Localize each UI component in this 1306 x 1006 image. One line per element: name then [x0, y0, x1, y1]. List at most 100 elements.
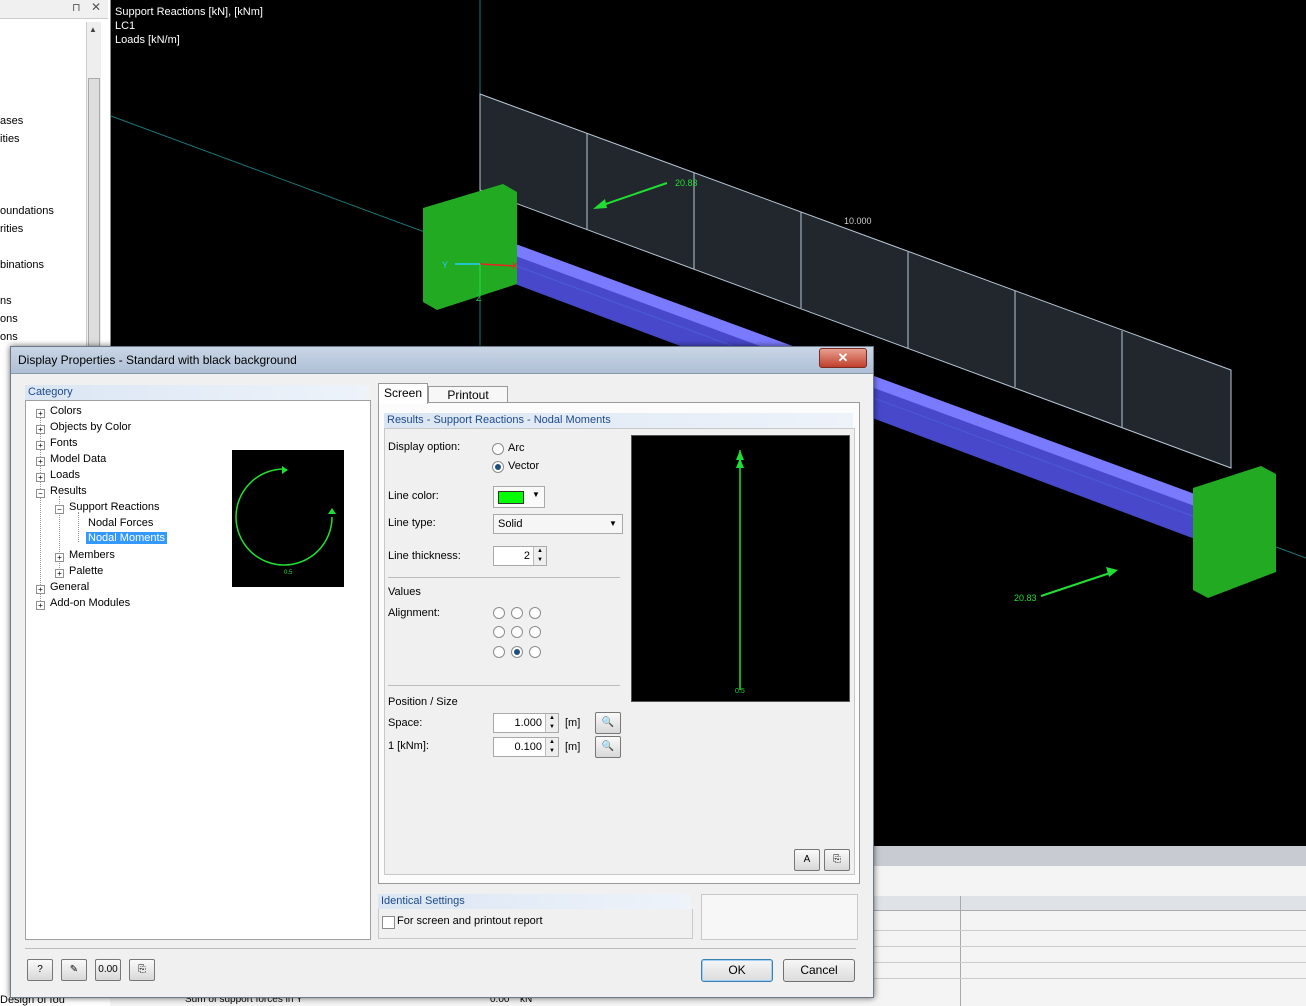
- navigator-item[interactable]: ons: [0, 313, 18, 325]
- preview-value-label: 0.5: [284, 570, 293, 576]
- moment-value-label: 20.83: [675, 178, 698, 188]
- expand-icon[interactable]: +: [36, 601, 45, 610]
- load-settings-icon[interactable]: ⎘: [129, 959, 155, 981]
- preview-thumbnail: 0.5: [232, 450, 344, 587]
- tree-item-fonts[interactable]: Fonts: [50, 437, 78, 449]
- expand-icon[interactable]: +: [36, 425, 45, 434]
- copy-settings-icon[interactable]: ⎘: [824, 849, 850, 871]
- scale-label: 1 [kNm]:: [388, 740, 429, 752]
- radio-arc-label[interactable]: Arc: [508, 442, 525, 454]
- space-stepper[interactable]: 1.000 ▲ ▼: [493, 713, 559, 733]
- navigator-item[interactable]: ities: [0, 133, 20, 145]
- spin-up-icon[interactable]: ▲: [533, 547, 546, 556]
- alignment-top-left[interactable]: [493, 607, 505, 619]
- tree-item-results[interactable]: Results: [50, 485, 87, 497]
- line-type-value: Solid: [498, 518, 523, 530]
- alignment-bottom-right[interactable]: [529, 646, 541, 658]
- navigator-scroll-thumb[interactable]: [88, 78, 100, 350]
- table-header: [870, 896, 1306, 911]
- axis-z-label: Z: [476, 293, 482, 303]
- navigator-item[interactable]: oundations: [0, 205, 54, 217]
- font-icon[interactable]: A: [794, 849, 820, 871]
- spin-down-icon[interactable]: ▼: [533, 556, 546, 565]
- color-swatch: [498, 491, 524, 504]
- tree-item-members[interactable]: Members: [69, 549, 115, 561]
- radio-arc[interactable]: [492, 443, 504, 455]
- ok-button[interactable]: OK: [701, 959, 773, 982]
- results-table[interactable]: [870, 846, 1306, 1006]
- edit-icon[interactable]: ✎: [61, 959, 87, 981]
- moment-value-label: 20.83: [1014, 593, 1037, 603]
- alignment-label: Alignment:: [388, 607, 440, 619]
- pin-icon[interactable]: ⊓: [72, 1, 81, 14]
- scroll-up-icon[interactable]: ▲: [89, 25, 97, 34]
- expand-icon[interactable]: +: [36, 473, 45, 482]
- tree-item-support-reactions[interactable]: Support Reactions: [69, 501, 160, 513]
- identical-settings-label[interactable]: For screen and printout report: [397, 915, 543, 927]
- preview-value-label: 0.5: [735, 688, 745, 695]
- alignment-top-right[interactable]: [529, 607, 541, 619]
- navigator-item[interactable]: ns: [0, 295, 12, 307]
- spin-up-icon[interactable]: ▲: [545, 714, 558, 723]
- line-type-label: Line type:: [388, 517, 436, 529]
- position-size-label: Position / Size: [388, 696, 458, 708]
- spin-down-icon[interactable]: ▼: [545, 723, 558, 732]
- identical-settings-checkbox[interactable]: [382, 916, 395, 929]
- magnifier-icon[interactable]: 🔍: [595, 736, 621, 758]
- values-label: Values: [388, 586, 421, 598]
- section-header: Results - Support Reactions - Nodal Mome…: [384, 413, 853, 428]
- tree-item-nodal-forces[interactable]: Nodal Forces: [88, 517, 153, 529]
- collapse-icon[interactable]: −: [36, 489, 45, 498]
- alignment-middle-left[interactable]: [493, 626, 505, 638]
- close-button[interactable]: ✕: [819, 348, 867, 368]
- navigator-header: ⊓ ✕: [0, 0, 108, 19]
- navigator-item[interactable]: ases: [0, 115, 23, 127]
- alignment-middle-center[interactable]: [511, 626, 523, 638]
- line-color-picker[interactable]: ▼: [493, 486, 545, 508]
- alignment-bottom-left[interactable]: [493, 646, 505, 658]
- spin-up-icon[interactable]: ▲: [545, 738, 558, 747]
- tab-screen[interactable]: Screen: [378, 383, 428, 404]
- tree-item-palette[interactable]: Palette: [69, 565, 103, 577]
- tree-item-nodal-moments[interactable]: Nodal Moments: [86, 532, 168, 544]
- tree-item-model-data[interactable]: Model Data: [50, 453, 106, 465]
- chevron-down-icon: ▼: [609, 519, 617, 528]
- alignment-middle-right[interactable]: [529, 626, 541, 638]
- line-thickness-stepper[interactable]: 2 ▲ ▼: [493, 546, 547, 566]
- expand-icon[interactable]: +: [36, 409, 45, 418]
- tree-item-loads[interactable]: Loads: [50, 469, 80, 481]
- cancel-button[interactable]: Cancel: [783, 959, 855, 982]
- expand-icon[interactable]: +: [36, 441, 45, 450]
- expand-icon[interactable]: +: [55, 553, 64, 562]
- alignment-bottom-center[interactable]: [511, 646, 523, 658]
- radio-vector-label[interactable]: Vector: [508, 460, 539, 472]
- dialog-titlebar[interactable]: Display Properties - Standard with black…: [11, 347, 873, 374]
- tree-item-general[interactable]: General: [50, 581, 89, 593]
- divider: [388, 685, 620, 686]
- navigator-item[interactable]: binations: [0, 259, 44, 271]
- tree-item-colors[interactable]: Colors: [50, 405, 82, 417]
- navigator-item[interactable]: ons: [0, 331, 18, 343]
- spin-down-icon[interactable]: ▼: [545, 747, 558, 756]
- support-left: [423, 184, 517, 310]
- collapse-icon[interactable]: −: [55, 505, 64, 514]
- alignment-top-center[interactable]: [511, 607, 523, 619]
- expand-icon[interactable]: +: [55, 569, 64, 578]
- preview-panel: 0.5: [631, 435, 850, 702]
- tree-item-addon-modules[interactable]: Add-on Modules: [50, 597, 130, 609]
- space-label: Space:: [388, 717, 423, 729]
- line-thickness-label: Line thickness:: [388, 550, 461, 562]
- help-icon[interactable]: ?: [27, 959, 53, 981]
- radio-vector[interactable]: [492, 461, 504, 473]
- expand-icon[interactable]: +: [36, 457, 45, 466]
- decimal-places-icon[interactable]: 0.00: [95, 959, 121, 981]
- vector-preview-graphic: [736, 450, 744, 690]
- scale-stepper[interactable]: 0.100 ▲ ▼: [493, 737, 559, 757]
- line-type-select[interactable]: Solid ▼: [493, 514, 623, 534]
- magnifier-icon[interactable]: 🔍: [595, 712, 621, 734]
- expand-icon[interactable]: +: [36, 585, 45, 594]
- navigator-item[interactable]: rities: [0, 223, 23, 235]
- close-icon[interactable]: ✕: [91, 0, 101, 14]
- category-tree: + Colors + Objects by Color + Fonts + Mo…: [25, 400, 371, 940]
- tree-item-objects-by-color[interactable]: Objects by Color: [50, 421, 131, 433]
